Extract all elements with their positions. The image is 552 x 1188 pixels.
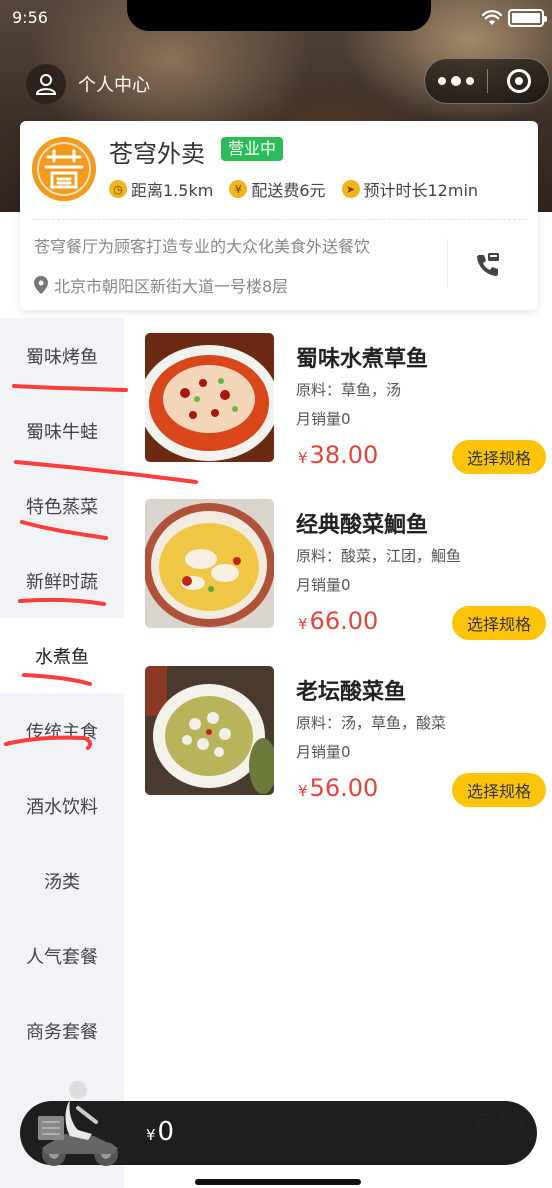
dish-image[interactable] <box>145 666 274 795</box>
cart-total: ¥ 0 <box>146 1117 174 1147</box>
category-item-9[interactable]: 商务套餐 <box>0 993 124 1068</box>
currency-symbol: ¥ <box>298 782 308 800</box>
dish-sales: 月销量0 <box>296 410 351 428</box>
distance-text: 距离1.5km <box>131 181 214 200</box>
category-label: 传统主食 <box>26 721 98 743</box>
miniprogram-capsule <box>424 58 550 104</box>
category-item-2[interactable]: 特色蒸菜 <box>0 468 124 543</box>
phone-divider <box>447 239 448 287</box>
dish-ingredients: 原料：草鱼，汤 <box>296 381 402 399</box>
dish-image[interactable] <box>145 333 274 462</box>
category-label: 酒水饮料 <box>26 796 98 818</box>
clock-icon: ◷ <box>109 180 127 198</box>
shop-logo <box>32 137 96 201</box>
dish-item: 经典酸菜鮰鱼 原料：酸菜，江团，鮰鱼 月销量0 ¥ 66.00 选择规格 <box>145 499 546 640</box>
category-item-3[interactable]: 新鲜时蔬 <box>0 543 124 618</box>
category-item-4-active[interactable]: 水煮鱼 <box>0 618 124 693</box>
checkout-button[interactable]: 去结算 <box>473 1107 527 1133</box>
device-notch <box>127 0 431 31</box>
card-divider <box>32 219 526 220</box>
close-miniprogram-button[interactable] <box>488 69 549 93</box>
wifi-icon <box>482 10 502 25</box>
category-label: 新鲜时蔬 <box>26 571 98 593</box>
user-center-label: 个人中心 <box>78 75 150 96</box>
eta-info: ➤ 预计时长12min <box>341 177 479 201</box>
currency-symbol: ¥ <box>298 615 308 633</box>
phone-icon <box>477 253 499 276</box>
distance-info: ◷ 距离1.5km <box>109 177 213 201</box>
dish-item: 老坛酸菜鱼 原料：汤，草鱼，酸菜 月销量0 ¥ 56.00 选择规格 <box>145 666 546 807</box>
dish-ingredients: 原料：汤，草鱼，酸菜 <box>296 714 447 732</box>
delivery-fee-info: ¥ 配送费6元 <box>229 177 326 201</box>
home-indicator <box>195 1179 361 1185</box>
target-icon <box>506 69 531 93</box>
dish-name: 经典酸菜鮰鱼 <box>296 513 429 538</box>
select-spec-button[interactable]: 选择规格 <box>452 773 546 807</box>
currency-symbol: ¥ <box>298 449 308 467</box>
more-menu-button[interactable] <box>425 76 487 86</box>
shop-description: 苍穹餐厅为顾客打造专业的大众化美食外送餐饮 <box>34 237 371 256</box>
navigation-icon: ➤ <box>341 180 360 198</box>
shop-address-text: 北京市朝阳区新街大道一号楼8层 <box>54 277 289 296</box>
status-icons <box>482 9 547 27</box>
dish-sales: 月销量0 <box>296 743 351 761</box>
shop-name: 苍穹外卖 <box>109 140 205 168</box>
user-icon <box>26 64 66 104</box>
user-center-button[interactable]: 个人中心 <box>26 64 150 104</box>
location-pin-icon <box>34 276 48 294</box>
dish-ingredients: 原料：酸菜，江团，鮰鱼 <box>296 547 462 565</box>
category-sidebar: 蜀味烤鱼 蜀味牛蛙 特色蒸菜 新鲜时蔬 水煮鱼 传统主食 酒水饮料 汤类 人气套… <box>0 318 124 1188</box>
price-value: 66.00 <box>309 607 379 635</box>
dish-sales: 月销量0 <box>296 576 351 594</box>
category-label: 人气套餐 <box>26 946 98 968</box>
status-time: 9:56 <box>12 8 48 27</box>
category-label: 蜀味烤鱼 <box>26 346 98 368</box>
call-shop-button[interactable] <box>468 245 508 285</box>
dish-name: 蜀味水煮草鱼 <box>296 347 429 372</box>
category-item-8[interactable]: 人气套餐 <box>0 918 124 993</box>
category-item-1[interactable]: 蜀味牛蛙 <box>0 393 124 468</box>
category-label: 商务套餐 <box>26 1021 98 1043</box>
cart-total-value: 0 <box>157 1117 175 1147</box>
category-item-0[interactable]: 蜀味烤鱼 <box>0 318 124 393</box>
delivery-fee-text: 配送费6元 <box>251 181 326 200</box>
category-item-7[interactable]: 汤类 <box>0 843 124 918</box>
shop-info-card: 苍穹外卖 营业中 ◷ 距离1.5km ¥ 配送费6元 ➤ 预计时长12min 苍… <box>20 121 538 310</box>
shop-meta: ◷ 距离1.5km ¥ 配送费6元 ➤ 预计时长12min <box>109 177 494 201</box>
dish-price: ¥ 56.00 <box>298 774 378 802</box>
category-label: 特色蒸菜 <box>26 496 98 518</box>
open-status-badge: 营业中 <box>221 137 284 161</box>
currency-symbol: ¥ <box>146 1126 156 1144</box>
category-item-5[interactable]: 传统主食 <box>0 693 124 768</box>
category-label: 水煮鱼 <box>35 646 89 668</box>
category-item-6[interactable]: 酒水饮料 <box>0 768 124 843</box>
category-label: 蜀味牛蛙 <box>26 421 98 443</box>
select-spec-button[interactable]: 选择规格 <box>452 440 546 474</box>
category-label: 汤类 <box>44 871 80 893</box>
price-value: 56.00 <box>309 774 379 802</box>
eta-text: 预计时长12min <box>363 181 479 200</box>
dish-price: ¥ 38.00 <box>298 441 378 469</box>
price-value: 38.00 <box>309 441 379 469</box>
select-spec-button[interactable]: 选择规格 <box>452 606 546 640</box>
dish-price: ¥ 66.00 <box>298 607 378 635</box>
dish-name: 老坛酸菜鱼 <box>296 680 407 705</box>
dish-image[interactable] <box>145 499 274 628</box>
yen-icon: ¥ <box>229 180 248 198</box>
shop-address: 北京市朝阳区新街大道一号楼8层 <box>34 273 288 297</box>
dish-item: 蜀味水煮草鱼 原料：草鱼，汤 月销量0 ¥ 38.00 选择规格 <box>145 333 546 474</box>
battery-icon <box>508 9 547 27</box>
delivery-rider-icon <box>38 1081 118 1166</box>
